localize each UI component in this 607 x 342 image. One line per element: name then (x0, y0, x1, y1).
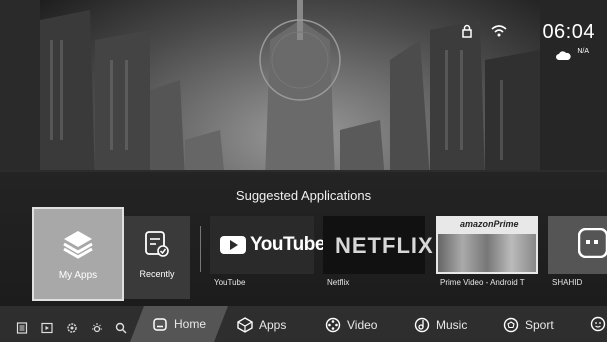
status-bar: 06:04 N/A (455, 10, 595, 60)
app-name: Netflix (327, 278, 350, 287)
recent-list-icon (144, 230, 170, 263)
recently-tile[interactable]: Recently (124, 216, 190, 299)
tab-video[interactable]: Video (325, 314, 377, 336)
youtube-logo: YouTube (210, 216, 325, 274)
youtube-play-icon (220, 236, 246, 259)
home-icon (152, 316, 168, 332)
tab-label: Sport (525, 318, 554, 332)
tab-label: Home (173, 317, 206, 331)
lock-icon (461, 24, 473, 43)
music-icon (414, 317, 430, 333)
app-card-youtube[interactable]: YouTube YouTube (210, 216, 325, 290)
app-card-prime-video[interactable]: amazonPrime Prime Video - Android T (436, 216, 538, 290)
recently-label: Recently (139, 269, 175, 279)
divider (200, 226, 201, 272)
netflix-logo-text: NETFLIX (335, 233, 434, 258)
shahid-icon (577, 227, 607, 263)
prime-video-poster: amazonPrime (436, 216, 538, 274)
kids-icon[interactable] (590, 316, 606, 337)
app-name: SHAHID (552, 278, 583, 287)
shahid-logo (548, 216, 607, 274)
weather-status: N/A (577, 48, 589, 55)
tab-music[interactable]: Music (414, 314, 467, 336)
tab-sport[interactable]: Sport (503, 314, 554, 336)
tab-label: Music (436, 318, 468, 332)
tab-label: Video (347, 318, 378, 332)
prime-logo-text: amazonPrime (460, 219, 519, 229)
poster-art (438, 234, 536, 272)
notes-icon[interactable] (16, 321, 28, 334)
apps-icon (237, 317, 253, 333)
bottom-nav-bar: Home Apps Video Music Sport (0, 306, 607, 342)
my-apps-tile[interactable]: My Apps (34, 209, 122, 299)
wifi-icon (491, 24, 507, 42)
tab-home[interactable]: Home (130, 306, 228, 342)
clock: 06:04 (542, 21, 595, 43)
app-name: YouTube (214, 278, 246, 287)
app-card-shahid[interactable]: SHAHID (548, 216, 607, 290)
cloud-icon (555, 48, 571, 66)
layers-icon (62, 229, 94, 264)
app-card-netflix[interactable]: NETFLIX Netflix (323, 216, 433, 290)
play-icon[interactable] (41, 321, 53, 334)
tab-apps[interactable]: Apps (237, 314, 286, 336)
tab-label: Apps (259, 318, 287, 332)
search-icon[interactable] (115, 321, 127, 334)
brightness-icon[interactable] (91, 321, 103, 333)
youtube-logo-text: YouTube (250, 234, 325, 255)
section-title: Suggested Applications (235, 188, 372, 203)
video-icon (325, 317, 341, 333)
netflix-logo: NETFLIX (323, 216, 433, 274)
my-apps-label: My Apps (58, 270, 98, 281)
app-name: Prime Video - Android T (440, 278, 525, 287)
settings-icon[interactable] (66, 321, 78, 333)
sport-icon (503, 317, 519, 333)
